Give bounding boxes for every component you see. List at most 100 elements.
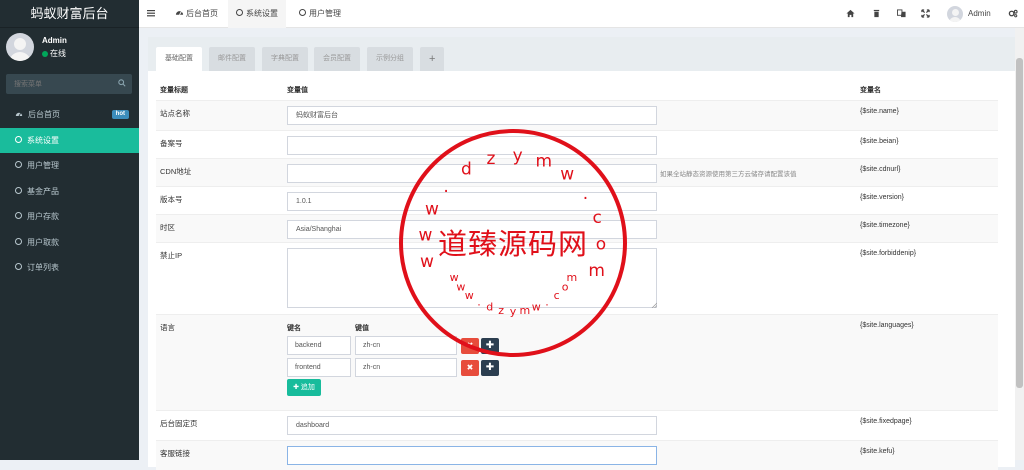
stamp-letter: y (513, 146, 523, 166)
row-var: {$site.forbiddenip} (860, 250, 917, 257)
stamp-letter: . (583, 184, 588, 204)
circle-icon (15, 237, 22, 245)
row-var: {$site.timezone} (860, 222, 910, 229)
stamp-letter: w (418, 226, 432, 246)
trash-icon[interactable] (872, 9, 881, 18)
fixedpage-input[interactable]: dashboard (287, 416, 657, 435)
cdnurl-hint: 如果全站静态资源使用第三方云储存请配置该值 (660, 171, 797, 178)
row-var: {$site.beian} (860, 138, 899, 145)
circle-icon (236, 9, 243, 17)
tab-dict-config[interactable]: 字典配置 (262, 47, 308, 71)
lang-key-input[interactable]: backend (287, 336, 351, 355)
stamp-letter: w (560, 165, 574, 185)
stamp-letter: c (593, 208, 602, 228)
sidebar-menu: 后台首页 hot 系统设置 用户管理 基金产品 用户存款 用户取款 订单列表 (0, 102, 139, 281)
sidebar-item-orders[interactable]: 订单列表 (0, 255, 139, 281)
app-logo-title[interactable]: 蚂蚁财富后台 (0, 0, 139, 28)
top-username[interactable]: Admin (968, 0, 991, 28)
dashboard-icon (175, 11, 184, 16)
fullscreen-icon[interactable] (921, 9, 930, 18)
sidebar-item-withdrawals[interactable]: 用户取款 (0, 230, 139, 256)
table-row: 后台固定页 dashboard {$site.fixedpage} (156, 410, 998, 440)
row-var: {$site.languages} (860, 322, 914, 329)
tab-mail-config[interactable]: 邮件配置 (209, 47, 255, 71)
row-label: 语言 (160, 323, 175, 332)
scrollbar-thumb[interactable] (1016, 58, 1023, 388)
tab-example-group[interactable]: 示例分组 (367, 47, 413, 71)
lang-value-input[interactable]: zh-cn (355, 358, 457, 377)
tab-dashboard[interactable]: 后台首页 (167, 0, 226, 28)
avatar[interactable] (947, 6, 963, 22)
row-label: 备案号 (160, 139, 183, 148)
sidebar-item-label: 用户取款 (27, 237, 59, 247)
sidebar-item-deposits[interactable]: 用户存款 (0, 204, 139, 230)
col-name: 变量名 (860, 87, 881, 94)
sidebar-item-users[interactable]: 用户管理 (0, 153, 139, 179)
circle-icon (15, 135, 22, 143)
lang-key-input[interactable]: frontend (287, 358, 351, 377)
row-label: 站点名称 (160, 109, 190, 118)
sidebar-item-settings[interactable]: 系统设置 (0, 127, 139, 153)
circle-icon (299, 9, 306, 17)
sidebar-item-label: 后台首页 (28, 110, 60, 119)
sidebar-item-label: 订单列表 (27, 263, 59, 272)
col-title: 变量标题 (160, 87, 188, 94)
row-var: {$site.kefu} (860, 448, 895, 455)
stamp-letter: y (510, 305, 517, 318)
sidebar-item-label: 基金产品 (27, 186, 59, 196)
row-label: 客服链接 (160, 449, 190, 458)
remove-pair-button[interactable]: ✖ (461, 360, 479, 376)
search-icon[interactable] (118, 79, 126, 87)
row-label: CDN地址 (160, 167, 192, 176)
plus-icon: ✚ (293, 384, 301, 391)
tab-users[interactable]: 用户管理 (291, 0, 349, 28)
row-label: 时区 (160, 223, 175, 232)
sidebar-item-label: 用户管理 (27, 161, 59, 170)
sidebar: 蚂蚁财富后台 Admin 在线 后台首页 hot 系统设置 用户管理 基金产品 … (0, 0, 139, 460)
gears-icon[interactable] (1008, 9, 1018, 18)
avatar (6, 33, 34, 61)
watermark-stamp: 道臻源码网 www.dz y mw.com www. d z y m w .com (399, 129, 627, 357)
value-header: 键值 (355, 325, 369, 332)
tab-basic-config[interactable]: 基础配置 (156, 47, 202, 71)
stamp-letter: z (498, 304, 504, 317)
search-input[interactable] (6, 74, 106, 94)
tab-member-config[interactable]: 会员配置 (314, 47, 360, 71)
append-pair-button[interactable]: ✚ 追加 (287, 379, 321, 396)
online-dot-icon (42, 50, 48, 57)
stamp-letter: m (536, 152, 553, 172)
stamp-letter: m (588, 261, 605, 281)
circle-icon (15, 186, 22, 194)
tab-label: 用户管理 (309, 9, 341, 18)
page-scrollbar[interactable] (1015, 28, 1024, 460)
user-status: 在线 (42, 48, 66, 59)
row-var: {$site.cdnurl} (860, 166, 901, 173)
hot-badge: hot (111, 110, 129, 119)
tab-settings[interactable]: 系统设置 (228, 0, 286, 28)
row-var: {$site.name} (860, 108, 899, 115)
stamp-letter: w (425, 200, 439, 220)
site-name-input[interactable]: 蚂蚁财富后台 (287, 106, 657, 125)
home-icon[interactable] (846, 9, 855, 18)
row-label: 版本号 (160, 195, 183, 204)
add-tab-button[interactable]: + (420, 47, 445, 71)
table-row: 站点名称 蚂蚁财富后台 {$site.name} (156, 100, 998, 130)
resize-handle-icon[interactable] (651, 302, 657, 308)
config-tabs: 基础配置 邮件配置 字典配置 会员配置 示例分组 + (148, 37, 1015, 71)
sidebar-item-funds[interactable]: 基金产品 (0, 179, 139, 205)
move-pair-button[interactable]: ✚ (481, 360, 499, 376)
stamp-bottom-text: www. d z y m w .com (450, 271, 578, 318)
dashboard-icon (15, 112, 23, 117)
stamp-letter: d (461, 159, 472, 179)
stamp-letter: m (519, 304, 530, 317)
sidebar-item-dashboard[interactable]: 后台首页 hot (0, 102, 139, 128)
append-label: 追加 (300, 384, 315, 391)
kefu-input[interactable] (287, 446, 657, 465)
menu-toggle-icon[interactable] (147, 9, 155, 17)
translate-icon[interactable] (897, 9, 906, 18)
stamp-letter: z (487, 149, 496, 169)
circle-icon (15, 263, 22, 271)
row-label: 后台固定页 (160, 419, 198, 428)
user-status-text: 在线 (50, 49, 66, 58)
table-row: 客服链接 {$site.kefu} (156, 440, 998, 470)
